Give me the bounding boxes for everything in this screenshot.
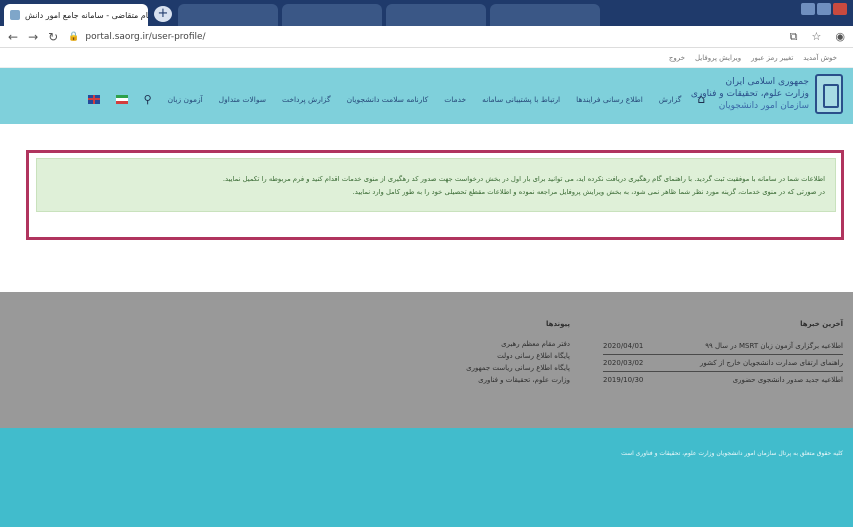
- search-icon[interactable]: ⚲: [144, 93, 152, 106]
- translate-icon[interactable]: ⧉: [790, 30, 798, 44]
- footer-link[interactable]: پایگاه اطلاع رسانی ریاست جمهوری: [380, 362, 570, 374]
- new-tab-button[interactable]: +: [154, 6, 172, 22]
- reload-icon[interactable]: ↻: [48, 30, 58, 44]
- forward-arrow-icon[interactable]: →: [28, 30, 38, 44]
- footer-link[interactable]: دفتر مقام معظم رهبری: [380, 338, 570, 350]
- news-heading: آخرین خبرها: [800, 320, 843, 328]
- menu-item-process-info[interactable]: اطلاع رسانی فرایندها: [576, 95, 643, 104]
- org-name: جمهوری اسلامی ایران وزارت علوم، تحقیقات …: [690, 77, 809, 111]
- welcome-text: خوش آمدید: [803, 54, 837, 62]
- home-icon[interactable]: ⌂: [697, 92, 705, 106]
- alert-line-1: اطلاعات شما در سامانه با موفقیت ثبت گردی…: [222, 175, 825, 183]
- browser-tab-active[interactable]: ثبت نام متقاضی - سامانه جامع امور دانش..…: [4, 4, 148, 26]
- org-logo[interactable]: [815, 74, 843, 114]
- alert-line-2: در صورتی که در منوی خدمات، گزینه مورد نظ…: [352, 188, 825, 196]
- news-item[interactable]: اطلاعیه جدید صدور دانشجوی حضوری 2019/10/…: [603, 372, 843, 388]
- latest-news: آخرین خبرها اطلاعیه برگزاری آزمون زبان M…: [603, 320, 843, 388]
- change-password-link[interactable]: تغییر رمز عبور: [751, 54, 793, 62]
- menu-item-services[interactable]: خدمات: [444, 95, 466, 104]
- success-alert: اطلاعات شما در سامانه با موفقیت ثبت گردی…: [36, 158, 836, 212]
- footer-link[interactable]: وزارت علوم، تحقیقات و فناوری: [380, 374, 570, 386]
- menu-item-faq[interactable]: سوالات متداول: [219, 95, 266, 104]
- news-item[interactable]: اطلاعیه برگزاری آزمون زبان MSRT در سال ۹…: [603, 338, 843, 355]
- address-bar: ← → ↻ 🔒 portal.saorg.ir/user-profile/ ⧉ …: [0, 26, 853, 48]
- menu-item-health-card[interactable]: کارنامه سلامت دانشجویان: [347, 95, 429, 104]
- site-top-strip: خوش آمدید تغییر رمز عبور ویرایش پروفایل …: [0, 48, 853, 68]
- window-controls: [801, 3, 847, 15]
- menu-item-language-test[interactable]: آزمون زبان: [168, 95, 203, 104]
- profile-icon[interactable]: ◉: [835, 30, 845, 44]
- maximize-button[interactable]: [817, 3, 831, 15]
- favicon-icon: [10, 10, 20, 20]
- edit-profile-link[interactable]: ویرایش پروفایل: [695, 54, 741, 62]
- url-field[interactable]: 🔒 portal.saorg.ir/user-profile/: [68, 32, 205, 42]
- copyright-text: کلیه حقوق متعلق به پرتال سازمان امور دان…: [621, 450, 843, 457]
- minimize-button[interactable]: [801, 3, 815, 15]
- browser-tab[interactable]: [490, 4, 600, 26]
- logout-link[interactable]: خروج: [669, 54, 685, 62]
- lock-icon: 🔒: [68, 31, 80, 42]
- star-icon[interactable]: ☆: [812, 30, 822, 44]
- news-item[interactable]: راهنمای ارتقای صدارت دانشجویان خارج از ک…: [603, 355, 843, 372]
- menu-item-payment-report[interactable]: گزارش پرداخت: [282, 95, 331, 104]
- close-window-button[interactable]: [833, 3, 847, 15]
- tab-title: ثبت نام متقاضی - سامانه جامع امور دانش..…: [25, 10, 148, 20]
- footer: آخرین خبرها اطلاعیه برگزاری آزمون زبان M…: [0, 292, 853, 428]
- back-arrow-icon[interactable]: ←: [8, 30, 18, 44]
- uk-flag-icon[interactable]: [87, 94, 100, 104]
- iran-flag-icon[interactable]: [115, 94, 128, 104]
- menu-item-report[interactable]: گزارش: [659, 95, 682, 104]
- browser-tab[interactable]: [386, 4, 486, 26]
- links-heading: پیوندها: [545, 320, 570, 328]
- main-menu: ⌂ گزارش اطلاع رسانی فرایندها ارتباط با پ…: [87, 92, 705, 106]
- browser-tab-bar: ثبت نام متقاضی - سامانه جامع امور دانش..…: [0, 0, 853, 26]
- browser-tab[interactable]: [178, 4, 278, 26]
- menu-item-support[interactable]: ارتباط با پشتیبانی سامانه: [482, 95, 560, 104]
- bottom-bar: کلیه حقوق متعلق به پرتال سازمان امور دان…: [0, 428, 853, 527]
- url-text: portal.saorg.ir/user-profile/: [85, 31, 206, 42]
- footer-links: پیوندها دفتر مقام معظم رهبری پایگاه اطلا…: [380, 320, 570, 386]
- footer-link[interactable]: پایگاه اطلاع رسانی دولت: [380, 350, 570, 362]
- main-content: اطلاعات شما در سامانه با موفقیت ثبت گردی…: [0, 124, 853, 292]
- browser-tab[interactable]: [282, 4, 382, 26]
- site-header: جمهوری اسلامی ایران وزارت علوم، تحقیقات …: [0, 68, 853, 124]
